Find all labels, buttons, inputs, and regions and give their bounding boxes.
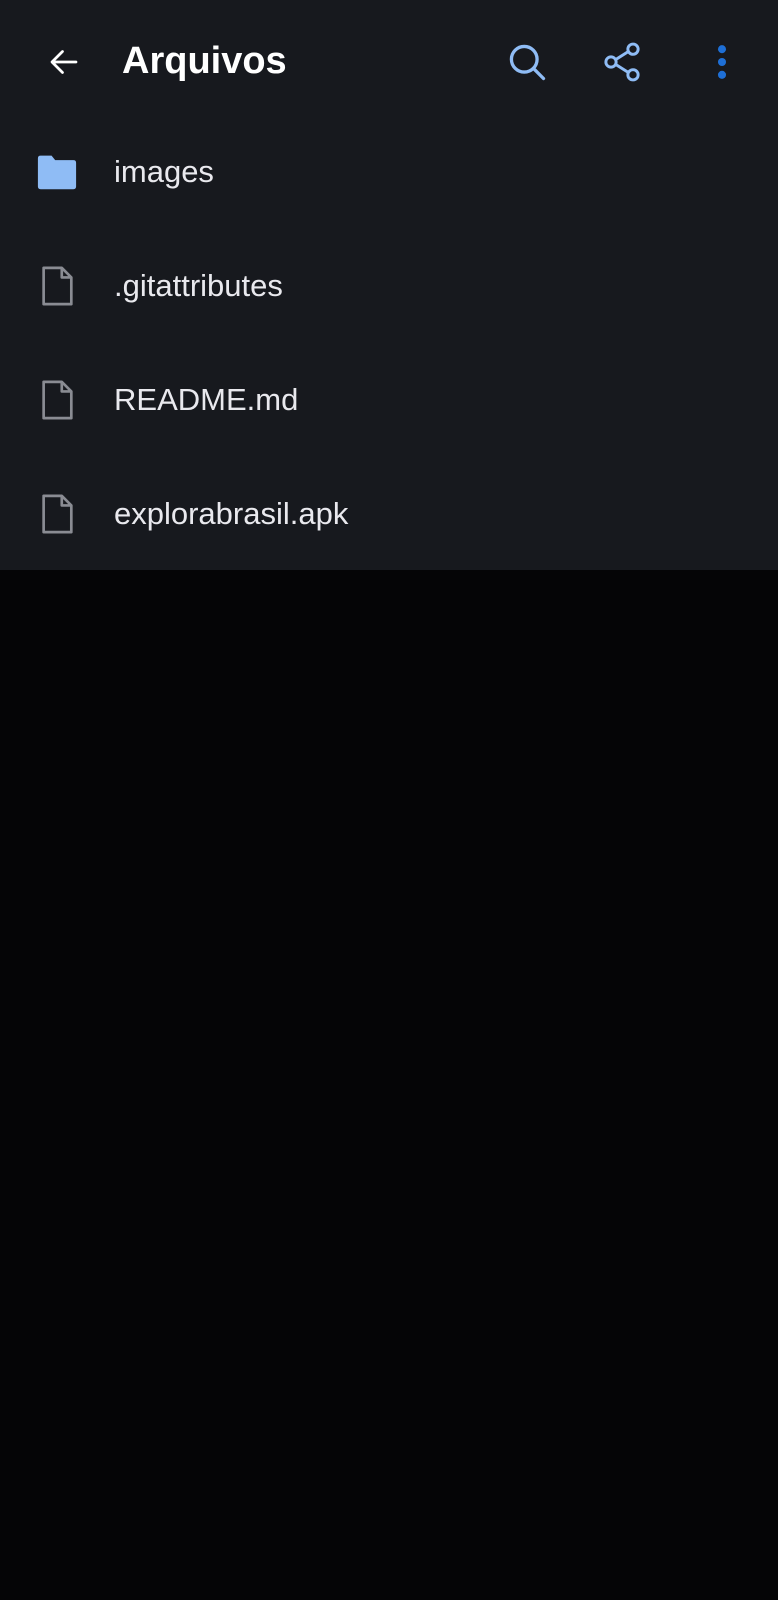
share-icon bbox=[604, 42, 640, 82]
search-button[interactable] bbox=[501, 36, 553, 88]
file-name: README.md bbox=[114, 382, 299, 417]
list-item-images[interactable]: images bbox=[0, 115, 778, 229]
file-browser-panel: Arquivos images .gitattributes README.md… bbox=[0, 0, 778, 570]
share-button[interactable] bbox=[596, 36, 648, 88]
folder-icon bbox=[34, 149, 80, 195]
list-item-apk[interactable]: explorabrasil.apk bbox=[0, 457, 778, 571]
file-list: images .gitattributes README.md explorab… bbox=[0, 115, 778, 571]
file-icon bbox=[34, 263, 80, 309]
search-icon bbox=[509, 44, 546, 81]
file-name: images bbox=[114, 154, 214, 189]
file-name: .gitattributes bbox=[114, 268, 283, 303]
file-icon bbox=[34, 377, 80, 423]
back-button[interactable] bbox=[40, 38, 88, 86]
list-item-readme[interactable]: README.md bbox=[0, 343, 778, 457]
page-title: Arquivos bbox=[122, 40, 287, 82]
arrow-left-icon bbox=[50, 50, 78, 74]
file-name: explorabrasil.apk bbox=[114, 496, 349, 531]
list-item-gitattributes[interactable]: .gitattributes bbox=[0, 229, 778, 343]
app-bar: Arquivos bbox=[0, 0, 778, 120]
file-icon bbox=[34, 491, 80, 537]
more-vertical-icon bbox=[717, 45, 727, 79]
more-options-button[interactable] bbox=[696, 36, 748, 88]
